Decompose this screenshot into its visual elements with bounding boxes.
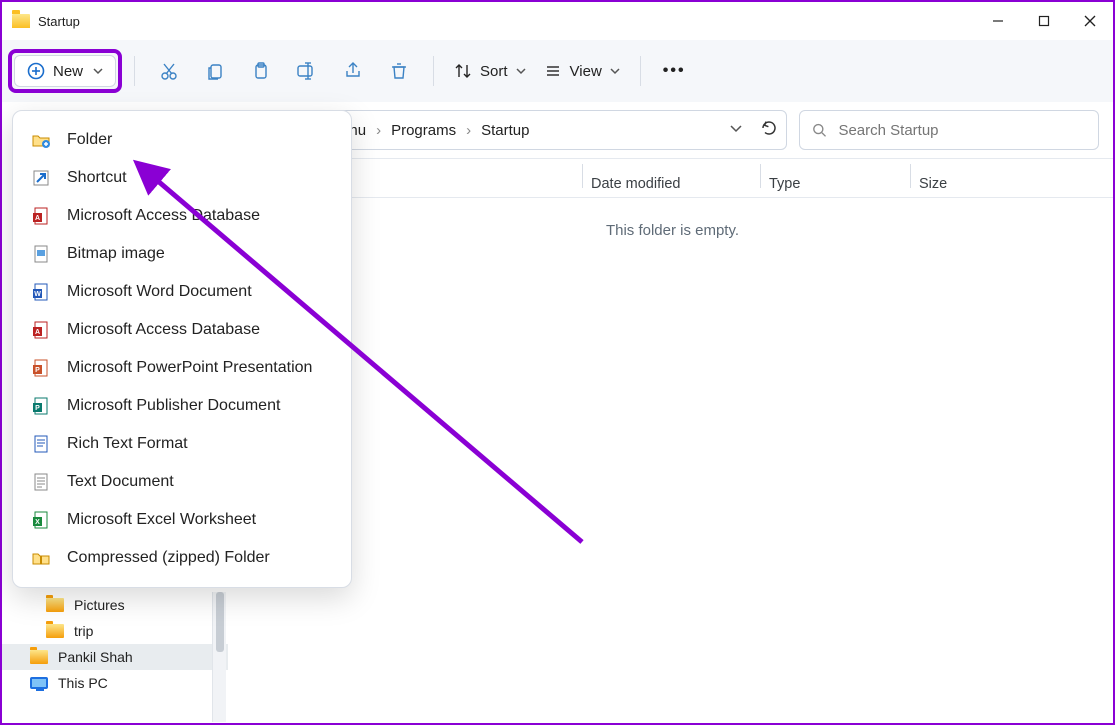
nav-tree: Pictures trip Pankil Shah This PC	[2, 592, 228, 696]
sort-label: Sort	[480, 63, 508, 80]
menu-item-label: Bitmap image	[67, 245, 165, 263]
new-menu-item-powerpoint[interactable]: P Microsoft PowerPoint Presentation	[13, 349, 351, 387]
access-file-icon: A	[31, 206, 51, 226]
bitmap-file-icon	[31, 244, 51, 264]
new-menu-item-publisher[interactable]: P Microsoft Publisher Document	[13, 387, 351, 425]
chevron-down-icon	[93, 63, 103, 80]
shortcut-icon	[31, 168, 51, 188]
menu-item-label: Compressed (zipped) Folder	[67, 549, 270, 567]
new-menu-item-excel[interactable]: X Microsoft Excel Worksheet	[13, 501, 351, 539]
rtf-file-icon	[31, 434, 51, 454]
minimize-button[interactable]	[975, 2, 1021, 40]
menu-item-label: Microsoft Access Database	[67, 321, 260, 339]
sidebar-item-trip[interactable]: trip	[2, 618, 228, 644]
text-file-icon	[31, 472, 51, 492]
excel-file-icon: X	[31, 510, 51, 530]
sidebar-item-user[interactable]: Pankil Shah	[2, 644, 228, 670]
svg-text:W: W	[34, 291, 41, 298]
toolbar-separator	[433, 56, 434, 86]
chevron-down-icon	[516, 63, 526, 80]
chevron-right-icon: ›	[466, 122, 471, 139]
scrollbar-thumb[interactable]	[216, 592, 224, 652]
svg-text:P: P	[35, 367, 40, 374]
empty-folder-message: This folder is empty.	[232, 222, 1113, 239]
new-menu-item-folder[interactable]: Folder	[13, 121, 351, 159]
new-button[interactable]: New	[14, 55, 116, 87]
sidebar-item-label: This PC	[58, 675, 108, 691]
column-type[interactable]: Type	[769, 176, 800, 192]
new-menu-item-word[interactable]: W Microsoft Word Document	[13, 273, 351, 311]
sidebar-scrollbar[interactable]	[212, 592, 226, 722]
sort-button[interactable]: Sort	[446, 51, 534, 91]
word-file-icon: W	[31, 282, 51, 302]
new-menu: Folder Shortcut A Microsoft Access Datab…	[12, 110, 352, 588]
monitor-icon	[30, 677, 48, 689]
titlebar: Startup	[2, 2, 1113, 40]
folder-icon	[46, 624, 64, 638]
refresh-button[interactable]	[760, 119, 778, 142]
copy-button[interactable]	[193, 51, 237, 91]
svg-text:A: A	[35, 329, 40, 336]
sidebar-item-pictures[interactable]: Pictures	[2, 592, 228, 618]
new-button-label: New	[53, 63, 83, 80]
close-button[interactable]	[1067, 2, 1113, 40]
column-headers: Name Date modified Type Size	[232, 158, 1113, 198]
view-label: View	[570, 63, 602, 80]
svg-text:X: X	[35, 519, 40, 526]
menu-item-label: Microsoft Access Database	[67, 207, 260, 225]
folder-icon	[46, 598, 64, 612]
annotation-highlight: New	[8, 49, 122, 93]
access-file-icon: A	[31, 320, 51, 340]
sidebar-item-label: Pictures	[74, 597, 125, 613]
menu-item-label: Microsoft Excel Worksheet	[67, 511, 256, 529]
folder-plus-icon	[31, 130, 51, 150]
search-input[interactable]	[838, 122, 1086, 139]
toolbar: New Sort View •••	[2, 40, 1113, 102]
menu-item-label: Text Document	[67, 473, 174, 491]
view-button[interactable]: View	[536, 51, 628, 91]
maximize-button[interactable]	[1021, 2, 1067, 40]
new-menu-item-access2[interactable]: A Microsoft Access Database	[13, 311, 351, 349]
more-button[interactable]: •••	[653, 62, 696, 80]
sidebar-item-label: Pankil Shah	[58, 649, 133, 665]
column-size[interactable]: Size	[919, 176, 947, 192]
new-menu-item-shortcut[interactable]: Shortcut	[13, 159, 351, 197]
sidebar-item-label: trip	[74, 623, 93, 639]
new-menu-item-bitmap[interactable]: Bitmap image	[13, 235, 351, 273]
new-menu-item-zip[interactable]: Compressed (zipped) Folder	[13, 539, 351, 577]
toolbar-separator	[640, 56, 641, 86]
window-title: Startup	[38, 14, 80, 29]
delete-button[interactable]	[377, 51, 421, 91]
folder-icon	[30, 650, 48, 664]
zip-folder-icon	[31, 548, 51, 568]
menu-item-label: Microsoft Word Document	[67, 283, 252, 301]
search-icon	[812, 122, 826, 138]
chevron-right-icon: ›	[376, 122, 381, 139]
column-date[interactable]: Date modified	[591, 176, 680, 192]
sidebar-item-this-pc[interactable]: This PC	[2, 670, 228, 696]
chevron-down-icon	[610, 63, 620, 80]
paste-button[interactable]	[239, 51, 283, 91]
breadcrumb-segment[interactable]: Programs	[391, 122, 456, 139]
powerpoint-file-icon: P	[31, 358, 51, 378]
address-dropdown-icon[interactable]	[730, 121, 742, 139]
folder-icon	[12, 14, 30, 28]
svg-text:P: P	[35, 405, 40, 412]
menu-item-label: Shortcut	[67, 169, 127, 187]
rename-button[interactable]	[285, 51, 329, 91]
breadcrumb-segment[interactable]: Startup	[481, 122, 529, 139]
new-menu-item-text[interactable]: Text Document	[13, 463, 351, 501]
menu-item-label: Folder	[67, 131, 112, 149]
cut-button[interactable]	[147, 51, 191, 91]
new-menu-item-access[interactable]: A Microsoft Access Database	[13, 197, 351, 235]
new-menu-item-rtf[interactable]: Rich Text Format	[13, 425, 351, 463]
menu-item-label: Microsoft Publisher Document	[67, 397, 280, 415]
share-button[interactable]	[331, 51, 375, 91]
publisher-file-icon: P	[31, 396, 51, 416]
svg-text:A: A	[35, 215, 40, 222]
menu-item-label: Microsoft PowerPoint Presentation	[67, 359, 312, 377]
toolbar-separator	[134, 56, 135, 86]
search-box[interactable]	[799, 110, 1099, 150]
menu-item-label: Rich Text Format	[67, 435, 188, 453]
